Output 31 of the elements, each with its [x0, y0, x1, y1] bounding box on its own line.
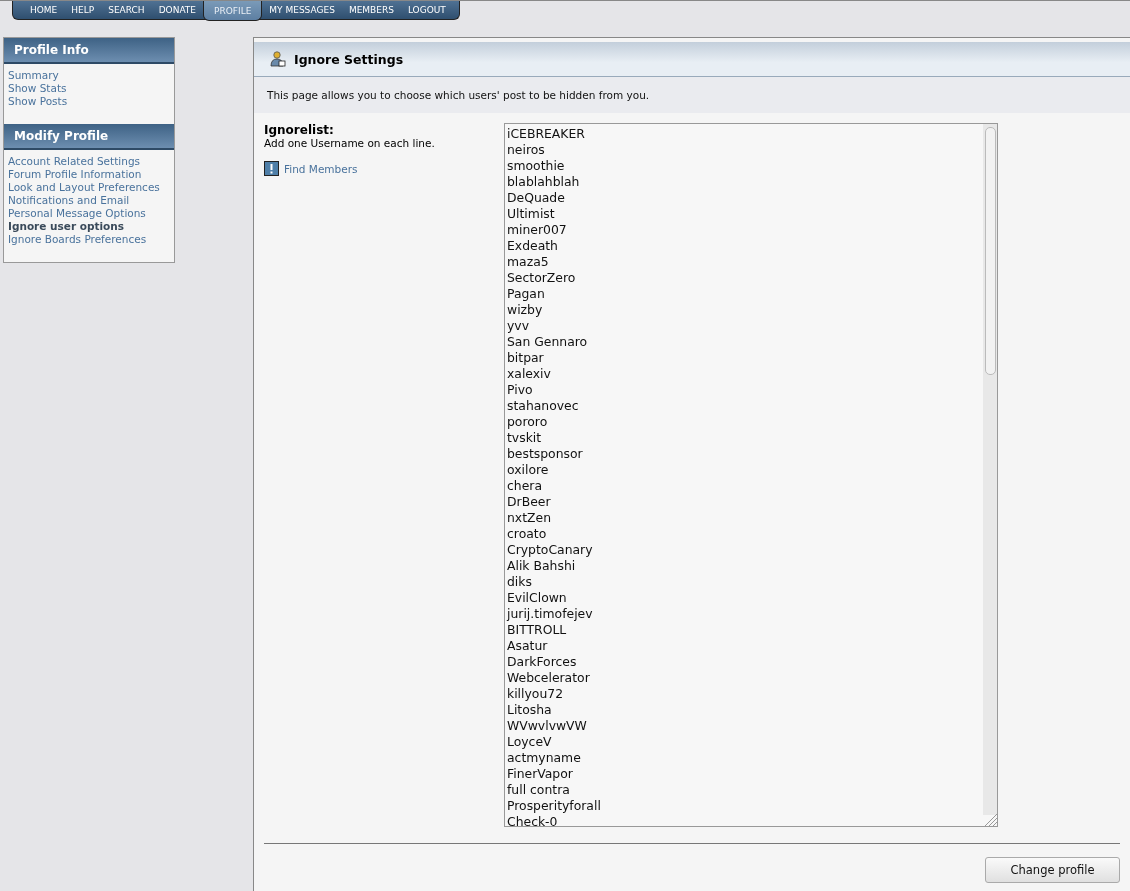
sidebar-link[interactable]: Ignore Boards Preferences	[8, 233, 170, 246]
sidebar-link[interactable]: Ignore user options	[8, 220, 170, 233]
sidebar-link[interactable]: Summary	[8, 69, 170, 82]
sidebar-link[interactable]: Notifications and Email	[8, 194, 170, 207]
sidebar-heading: Profile Info	[4, 38, 174, 64]
nav-tab[interactable]: LOGOUT	[400, 1, 453, 19]
resize-grip-icon[interactable]	[983, 812, 997, 826]
nav-tab[interactable]: SEARCH	[101, 1, 152, 19]
ignore-list-field[interactable]: iCEBREAKER neiros smoothie blablahblah DeQuade Ultimist miner007 Exdeath maza5 SectorZero Pagan wizby yvv San Gennaro bitpar xalexiv Pivo stahanovec pororo tvskit bestsponsor oxilore chera DrBeer nxtZen croato CryptoCanary Alik Bahshi diks EvilClown jurij.timofejev BITTROLL Asatur DarkForces Webcelerator killyou72 Litosha WVwvlvwVW LoyceV actmyname FinerVapor full contra Prosperityforall Check-0	[504, 123, 998, 827]
user-icon	[270, 51, 286, 67]
sidebar-link[interactable]: Account Related Settings	[8, 155, 170, 168]
page-description: This page allows you to choose which users' post to be hidden from you.	[254, 77, 1130, 113]
scrollbar[interactable]	[983, 124, 997, 815]
nav-tab[interactable]: HELP	[64, 1, 102, 19]
nav-tab[interactable]: HOME	[23, 1, 65, 19]
sidebar-link[interactable]: Forum Profile Information	[8, 168, 170, 181]
find-members-link[interactable]: Find Members	[284, 162, 358, 175]
exclamation-icon	[264, 161, 279, 176]
change-profile-button[interactable]: Change profile	[985, 857, 1120, 883]
sidebar-link[interactable]: Look and Layout Preferences	[8, 181, 170, 194]
sidebar-link[interactable]: Show Posts	[8, 95, 170, 108]
sidebar-link[interactable]: Show Stats	[8, 82, 170, 95]
nav-tab[interactable]: MY MESSAGES	[262, 1, 342, 19]
field-hint: Add one Username on each line.	[264, 137, 436, 149]
nav-tab[interactable]: DONATE	[151, 1, 204, 19]
nav-tab[interactable]: PROFILE	[203, 1, 263, 21]
sidebar-link[interactable]: Personal Message Options	[8, 207, 170, 220]
field-label: Ignorelist:	[264, 123, 335, 137]
sidebar-heading: Modify Profile	[4, 124, 174, 150]
panel-title: Ignore Settings	[294, 51, 404, 67]
nav-tab[interactable]: MEMBERS	[341, 1, 401, 19]
